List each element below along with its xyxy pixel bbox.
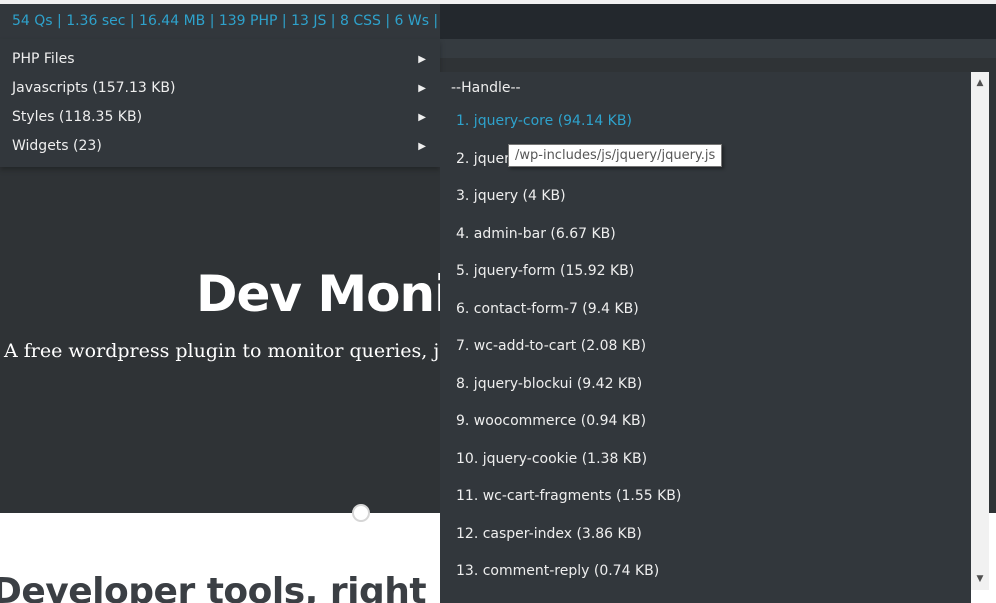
handle-list: 1. jquery-core (94.14 KB) 2. jquer 3. jq… (456, 105, 681, 593)
dev-monitor-menu: PHP Files ▶ Javascripts (157.13 KB) ▶ St… (0, 39, 440, 167)
menu-item-php-files[interactable]: PHP Files ▶ (0, 45, 440, 74)
scroll-down-indicator-icon[interactable] (352, 504, 370, 522)
handle-item-wc-cart-fragments[interactable]: 11. wc-cart-fragments (1.55 KB) (456, 480, 681, 518)
arrow-right-icon: ▶ (418, 83, 426, 94)
menu-item-label: Widgets (23) (12, 138, 102, 154)
scroll-down-arrow-icon[interactable]: ▼ (971, 572, 989, 586)
menu-item-styles[interactable]: Styles (118.35 KB) ▶ (0, 103, 440, 132)
menu-item-label: Styles (118.35 KB) (12, 109, 143, 125)
submenu-scrollbar[interactable]: ▲ ▼ (971, 72, 989, 590)
handle-item-jquery-form[interactable]: 5. jquery-form (15.92 KB) (456, 255, 681, 293)
handle-item-comment-reply[interactable]: 13. comment-reply (0.74 KB) (456, 555, 681, 593)
handle-item-jquery[interactable]: 3. jquery (4 KB) (456, 180, 681, 218)
handle-item-casper-index[interactable]: 12. casper-index (3.86 KB) (456, 518, 681, 556)
handle-item-contact-form-7[interactable]: 6. contact-form-7 (9.4 KB) (456, 293, 681, 331)
menu-item-javascripts[interactable]: Javascripts (157.13 KB) ▶ (0, 74, 440, 103)
menu-item-label: PHP Files (12, 51, 75, 67)
file-path-tooltip: /wp-includes/js/jquery/jquery.js (508, 144, 723, 167)
handle-item-woocommerce[interactable]: 9. woocommerce (0.94 KB) (456, 405, 681, 443)
handle-item-jquery-cookie[interactable]: 10. jquery-cookie (1.38 KB) (456, 443, 681, 481)
handle-item-admin-bar[interactable]: 4. admin-bar (6.67 KB) (456, 218, 681, 256)
submenu-header: --Handle-- (451, 80, 521, 96)
dev-monitor-stats[interactable]: 54 Qs | 1.36 sec | 16.44 MB | 139 PHP | … (0, 4, 440, 39)
hero-title: Dev Moni (196, 265, 451, 323)
scroll-up-arrow-icon[interactable]: ▲ (971, 76, 989, 90)
handle-item-wc-add-to-cart[interactable]: 7. wc-add-to-cart (2.08 KB) (456, 330, 681, 368)
handle-item-jquery-core[interactable]: 1. jquery-core (94.14 KB) (456, 105, 681, 143)
menu-item-label: Javascripts (157.13 KB) (12, 80, 176, 96)
hero-subtitle: A free wordpress plugin to monitor queri… (4, 340, 451, 362)
handle-item-jquery-blockui[interactable]: 8. jquery-blockui (9.42 KB) (456, 368, 681, 406)
arrow-right-icon: ▶ (418, 54, 426, 65)
arrow-right-icon: ▶ (418, 141, 426, 152)
menu-item-widgets[interactable]: Widgets (23) ▶ (0, 132, 440, 161)
arrow-right-icon: ▶ (418, 112, 426, 123)
